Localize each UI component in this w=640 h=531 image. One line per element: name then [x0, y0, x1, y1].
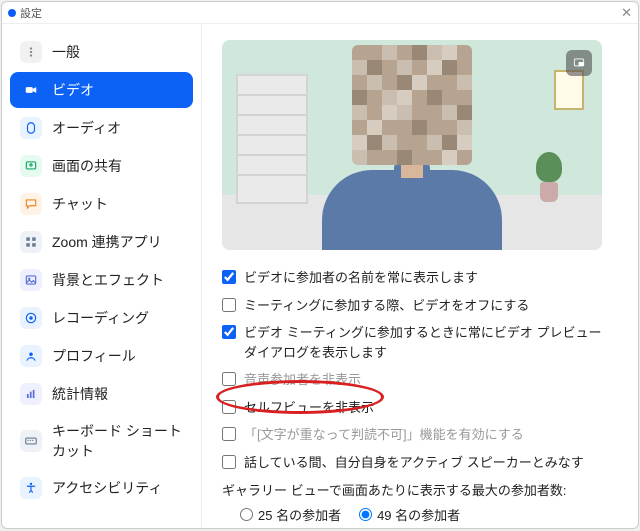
opt-always-show-names[interactable]: ビデオに参加者の名前を常に表示します — [222, 268, 618, 288]
apps-icon — [20, 231, 42, 253]
gallery-opt-25[interactable]: 25 名の参加者 — [240, 505, 341, 524]
chat-icon — [20, 193, 42, 215]
sidebar-item-audio[interactable]: オーディオ — [10, 110, 193, 146]
background-icon — [20, 269, 42, 291]
sidebar-item-label: 統計情報 — [52, 384, 108, 404]
gallery-label: ギャラリー ビューで画面あたりに表示する最大の参加者数: — [222, 480, 618, 499]
main-panel: ビデオに参加者の名前を常に表示します ミーティングに参加する際、ビデオをオフにす… — [202, 24, 638, 528]
sidebar-item-label: 一般 — [52, 42, 80, 62]
gallery-radio-group: 25 名の参加者 49 名の参加者 — [240, 505, 618, 524]
sidebar-item-video[interactable]: ビデオ — [10, 72, 193, 108]
app-dot-icon — [8, 9, 16, 17]
recording-icon — [20, 307, 42, 329]
sidebar-item-label: Zoom 連携アプリ — [52, 232, 162, 252]
settings-window: 設定 ✕ 一般 ビデオ オーディオ 画面の共有 チャット — [1, 1, 639, 529]
opt-hide-non-video[interactable]: 音声参加者を非表示 — [222, 370, 618, 390]
sidebar-item-recording[interactable]: レコーディング — [10, 300, 193, 336]
window-title: 設定 — [20, 5, 621, 21]
audio-icon — [20, 117, 42, 139]
general-icon — [20, 41, 42, 63]
accessibility-icon — [20, 477, 42, 499]
sidebar-item-label: プロフィール — [52, 346, 136, 366]
blurred-face — [352, 45, 472, 165]
sidebar-item-label: アクセシビリティ — [52, 478, 162, 498]
sidebar-item-keyboard[interactable]: キーボード ショートカット — [10, 414, 193, 468]
sidebar-item-accessibility[interactable]: アクセシビリティ — [10, 470, 193, 506]
share-icon — [20, 155, 42, 177]
pip-button[interactable] — [566, 50, 592, 76]
sidebar-item-label: ビデオ — [52, 80, 94, 100]
sidebar-item-share[interactable]: 画面の共有 — [10, 148, 193, 184]
sidebar-item-label: オーディオ — [52, 118, 121, 138]
sidebar-item-label: 画面の共有 — [52, 156, 122, 176]
sidebar-item-label: レコーディング — [52, 308, 149, 328]
sidebar: 一般 ビデオ オーディオ 画面の共有 チャット Zoom 連携アプリ — [2, 24, 202, 528]
sidebar-item-chat[interactable]: チャット — [10, 186, 193, 222]
opt-hide-self-view[interactable]: セルフビューを非表示 — [222, 398, 618, 418]
sidebar-item-label: 背景とエフェクト — [52, 270, 164, 290]
close-icon[interactable]: ✕ — [621, 5, 632, 21]
sidebar-item-label: チャット — [52, 194, 108, 214]
opt-active-speaker[interactable]: 話している間、自分自身をアクティブ スピーカーとみなす — [222, 453, 618, 473]
sidebar-item-background[interactable]: 背景とエフェクト — [10, 262, 193, 298]
sidebar-item-label: キーボード ショートカット — [52, 421, 183, 461]
opt-enable-feature[interactable]: 「[文字が重なって判読不可]」機能を有効にする — [222, 425, 618, 445]
body: 一般 ビデオ オーディオ 画面の共有 チャット Zoom 連携アプリ — [2, 24, 638, 528]
video-icon — [20, 79, 42, 101]
keyboard-icon — [20, 430, 42, 452]
sidebar-item-profile[interactable]: プロフィール — [10, 338, 193, 374]
stats-icon — [20, 383, 42, 405]
opt-show-preview-dialog[interactable]: ビデオ ミーティングに参加するときに常にビデオ プレビュー ダイアログを表示しま… — [222, 323, 618, 362]
sidebar-item-stats[interactable]: 統計情報 — [10, 376, 193, 412]
video-options: ビデオに参加者の名前を常に表示します ミーティングに参加する際、ビデオをオフにす… — [222, 268, 618, 528]
titlebar: 設定 ✕ — [2, 2, 638, 24]
gallery-opt-49[interactable]: 49 名の参加者 — [359, 505, 460, 524]
profile-icon — [20, 345, 42, 367]
sidebar-item-general[interactable]: 一般 — [10, 34, 193, 70]
sidebar-item-apps[interactable]: Zoom 連携アプリ — [10, 224, 193, 260]
video-preview — [222, 40, 602, 250]
opt-off-video-on-join[interactable]: ミーティングに参加する際、ビデオをオフにする — [222, 296, 618, 316]
